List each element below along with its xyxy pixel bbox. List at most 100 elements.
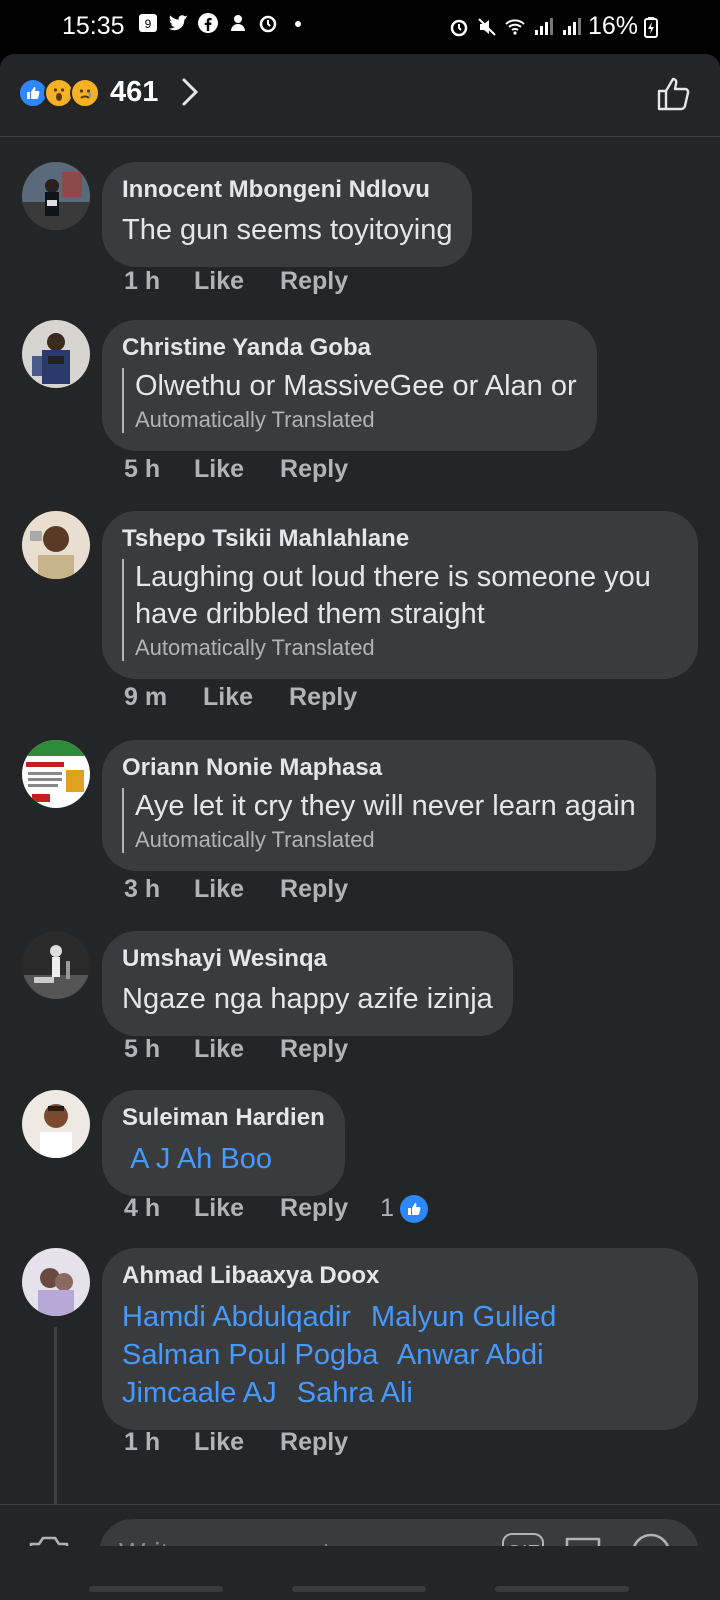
comment-bubble[interactable]: Oriann Nonie Maphasa Aye let it cry they… <box>102 740 656 871</box>
alarm-icon <box>257 12 279 34</box>
tagged-user[interactable]: Salman Poul Pogba <box>122 1339 378 1371</box>
reply-button[interactable]: Reply <box>280 455 348 484</box>
comment-text: Olwethu or MassiveGee or Alan or <box>135 370 577 402</box>
comment-time: 4 h <box>124 1194 161 1222</box>
reply-button[interactable]: Reply <box>280 1194 348 1223</box>
like-button[interactable]: Like <box>194 875 244 904</box>
download-icon <box>227 12 249 34</box>
like-count-number: 1 <box>380 1194 395 1222</box>
tagged-user[interactable]: Malyun Gulled <box>371 1301 556 1333</box>
like-button[interactable]: Like <box>194 1428 244 1457</box>
twitter-icon <box>167 12 189 34</box>
reaction-icons <box>18 78 100 108</box>
comment-actions: 5 h Like Reply <box>124 455 348 484</box>
tagged-user[interactable]: Sahra Ali <box>297 1377 413 1409</box>
tag-list: Hamdi Abdulqadir Malyun Gulled Salman Po… <box>122 1298 678 1412</box>
battery-level: 16% <box>587 12 638 40</box>
thread-line <box>54 1327 57 1505</box>
gallery-icon: 9 <box>137 12 159 34</box>
chevron-right-icon[interactable] <box>178 76 202 108</box>
wifi-icon <box>504 16 526 38</box>
notification-icons: 9 <box>137 12 309 34</box>
reply-button[interactable]: Reply <box>289 683 357 712</box>
avatar[interactable] <box>22 1248 90 1316</box>
avatar[interactable] <box>22 1090 90 1158</box>
nav-back-handle[interactable] <box>495 1586 629 1592</box>
status-time: 15:35 <box>62 12 125 40</box>
tagged-user[interactable]: A J Ah Boo <box>130 1143 272 1175</box>
comment-time: 5 h <box>124 455 161 483</box>
avatar[interactable] <box>22 320 90 388</box>
comment-author[interactable]: Innocent Mbongeni Ndlovu <box>122 176 452 204</box>
sad-reaction-icon <box>70 78 100 108</box>
like-post-button[interactable] <box>654 74 694 114</box>
mute-icon <box>476 16 498 38</box>
svg-text:9: 9 <box>145 17 152 31</box>
comment-bubble[interactable]: Christine Yanda Goba Olwethu or MassiveG… <box>102 320 597 451</box>
comment-text: Ngaze nga happy azife izinja <box>122 983 493 1015</box>
nav-home-handle[interactable] <box>292 1586 426 1592</box>
facebook-icon <box>197 12 219 34</box>
reaction-count: 461 <box>110 76 159 108</box>
reply-button[interactable]: Reply <box>280 1428 348 1457</box>
like-button[interactable]: Like <box>194 1194 244 1223</box>
comment-author[interactable]: Tshepo Tsikii Mahlahlane <box>122 525 678 553</box>
comment-time: 3 h <box>124 875 161 903</box>
reply-button[interactable]: Reply <box>280 1035 348 1064</box>
avatar[interactable] <box>22 162 90 230</box>
translation-note[interactable]: Automatically Translated <box>135 635 678 661</box>
comment-bubble[interactable]: Suleiman Hardien A J Ah Boo <box>102 1090 345 1196</box>
comment-like-count[interactable]: 1 <box>380 1194 429 1223</box>
comment-time: 1 h <box>124 1428 161 1456</box>
like-button[interactable]: Like <box>203 683 253 712</box>
tagged-user[interactable]: Hamdi Abdulqadir <box>122 1301 351 1333</box>
like-button[interactable]: Like <box>194 455 244 484</box>
translated-block: Aye let it cry they will never learn aga… <box>122 788 636 853</box>
like-button[interactable]: Like <box>194 267 244 296</box>
avatar[interactable] <box>22 931 90 999</box>
reply-button[interactable]: Reply <box>280 875 348 904</box>
battery-charging-icon <box>644 16 658 38</box>
comment-time: 5 h <box>124 1035 161 1063</box>
avatar[interactable] <box>22 740 90 808</box>
comment-actions: 1 h Like Reply <box>124 1428 348 1457</box>
tagged-user[interactable]: Anwar Abdi <box>397 1339 544 1371</box>
comment-bubble[interactable]: Umshayi Wesinqa Ngaze nga happy azife iz… <box>102 931 513 1036</box>
comment-author[interactable]: Ahmad Libaaxya Doox <box>122 1262 678 1290</box>
reply-button[interactable]: Reply <box>280 267 348 296</box>
tag-list: A J Ah Boo <box>122 1140 325 1178</box>
signal-icon <box>532 16 554 38</box>
comment-bubble[interactable]: Tshepo Tsikii Mahlahlane Laughing out lo… <box>102 511 698 679</box>
comment-actions: 9 m Like Reply <box>124 683 357 712</box>
comment-bubble[interactable]: Innocent Mbongeni Ndlovu The gun seems t… <box>102 162 473 267</box>
comment-time: 1 h <box>124 267 161 295</box>
comment-actions: 5 h Like Reply <box>124 1035 348 1064</box>
translated-block: Laughing out loud there is someone you h… <box>122 559 678 661</box>
like-button[interactable]: Like <box>194 1035 244 1064</box>
system-icons: 16% <box>448 12 658 41</box>
translated-block: Olwethu or MassiveGee or Alan or Automat… <box>122 368 577 433</box>
comment-author[interactable]: Suleiman Hardien <box>122 1104 325 1132</box>
nav-recents-handle[interactable] <box>89 1586 223 1592</box>
comment-author[interactable]: Oriann Nonie Maphasa <box>122 754 636 782</box>
translation-note[interactable]: Automatically Translated <box>135 827 636 853</box>
comment-author[interactable]: Christine Yanda Goba <box>122 334 577 362</box>
comment-text: Aye let it cry they will never learn aga… <box>135 790 636 822</box>
signal-icon <box>560 16 582 38</box>
like-reaction-icon <box>400 1194 429 1223</box>
comment-actions: 4 h Like Reply 1 <box>124 1194 429 1223</box>
comment-text: Laughing out loud there is someone you h… <box>135 561 651 630</box>
comment-time: 9 m <box>124 683 168 711</box>
comment-bubble[interactable]: Ahmad Libaaxya Doox Hamdi Abdulqadir Mal… <box>102 1248 698 1430</box>
reactions-header[interactable]: 461 <box>0 54 720 137</box>
system-nav-bar <box>0 1546 720 1600</box>
tagged-user[interactable]: Jimcaale AJ <box>122 1377 277 1409</box>
alarm-icon <box>448 16 470 38</box>
status-bar: 15:35 9 16% <box>0 0 720 54</box>
comment-author[interactable]: Umshayi Wesinqa <box>122 945 493 973</box>
comment-text: The gun seems toyitoying <box>122 214 453 246</box>
avatar[interactable] <box>22 511 90 579</box>
comment-actions: 3 h Like Reply <box>124 875 348 904</box>
translation-note[interactable]: Automatically Translated <box>135 407 577 433</box>
dot-icon <box>287 12 309 34</box>
